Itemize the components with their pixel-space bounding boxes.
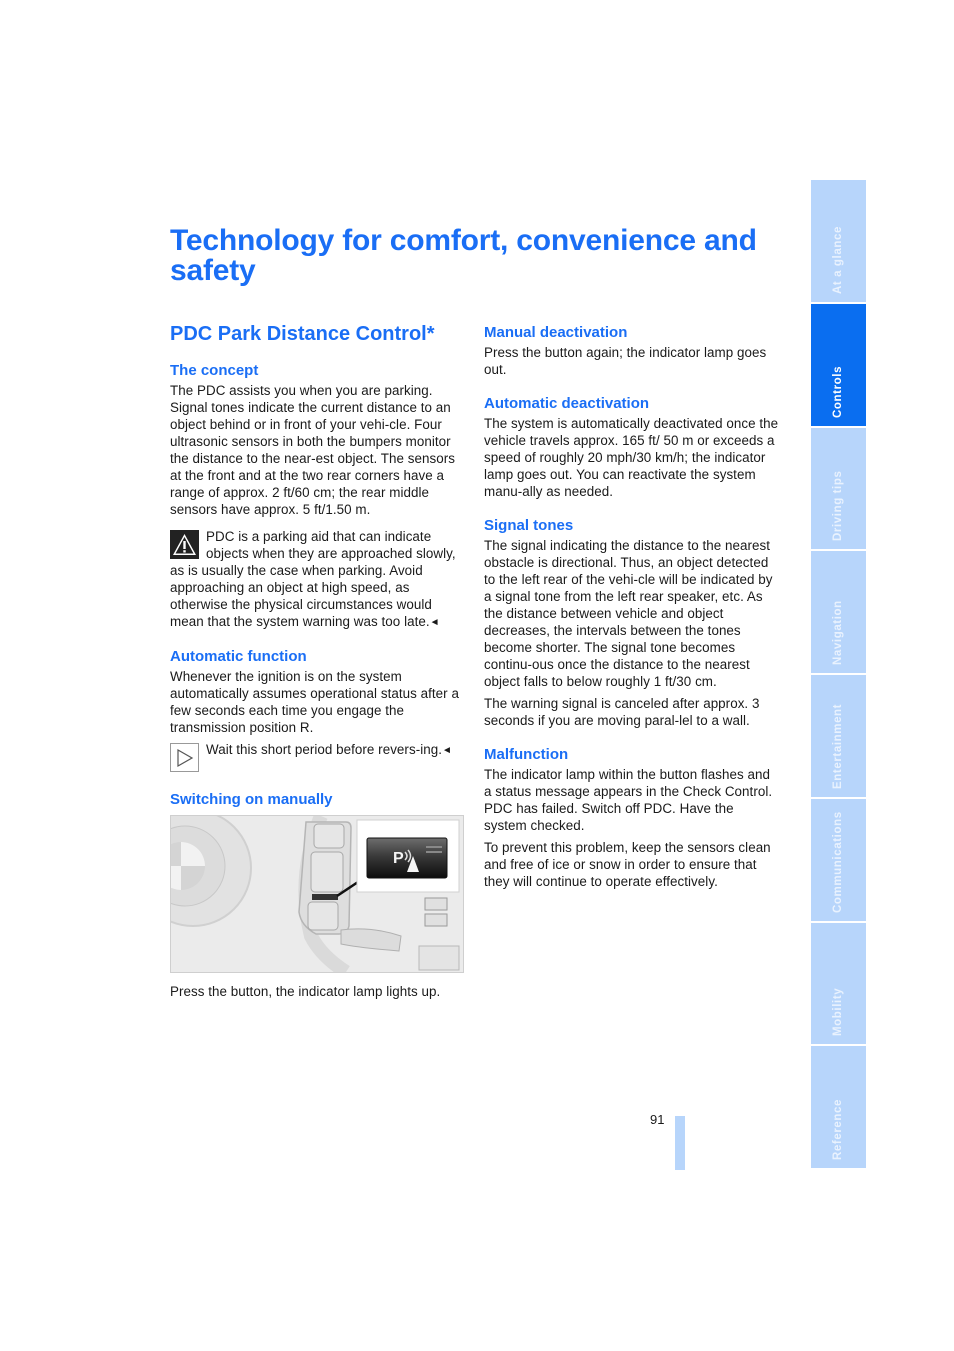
malfunction-heading: Malfunction <box>484 746 569 763</box>
right-column: Manual deactivation Press the button aga… <box>484 324 780 895</box>
page-title: Technology for comfort, convenience and … <box>170 224 757 287</box>
tip-text: Wait this short period before revers-ing… <box>206 742 442 757</box>
play-arrow-icon <box>170 743 199 772</box>
warning-triangle-icon <box>170 530 199 559</box>
automatic-deactivation-heading: Automatic deactivation <box>484 395 650 412</box>
malfunction-text-2: To prevent this problem, keep the sensor… <box>484 840 771 889</box>
sidebar-item-label: At a glance <box>831 225 844 294</box>
signal-tones-heading: Signal tones <box>484 517 574 534</box>
sidebar-item-at-a-glance[interactable]: At a glance <box>811 180 866 302</box>
sidebar-item-label: Driving tips <box>831 470 844 542</box>
tip-note: Wait this short period before revers-ing… <box>170 741 466 772</box>
signal-tones-text-1: The signal indicating the distance to th… <box>484 538 773 689</box>
concept-heading: The concept <box>170 362 259 379</box>
manual-deactivation-text: Press the button again; the indicator la… <box>484 345 767 377</box>
signal-tones-text-2: The warning signal is canceled after app… <box>484 696 760 728</box>
sidebar-item-driving-tips[interactable]: Driving tips <box>811 427 866 550</box>
sidebar-item-label: Entertainment <box>831 703 844 789</box>
left-column: The concept The PDC assists you when you… <box>170 362 466 1005</box>
page-number: 91 <box>650 1112 665 1127</box>
sidebar-item-mobility[interactable]: Mobility <box>811 922 866 1045</box>
manual-deactivation-heading: Manual deactivation <box>484 324 628 341</box>
malfunction-text-1: The indicator lamp within the button fla… <box>484 767 773 833</box>
sidebar-item-label: Mobility <box>831 988 844 1037</box>
sidebar-item-entertainment[interactable]: Entertainment <box>811 675 866 797</box>
sidebar-item-label: Reference <box>831 1098 844 1160</box>
end-mark-icon: ◄ <box>442 745 452 756</box>
chapter-sidebar: At a glance Controls Driving tips Naviga… <box>811 180 866 1168</box>
sidebar-item-communications[interactable]: Communications <box>811 798 866 921</box>
sidebar-item-label: Navigation <box>831 600 844 665</box>
sidebar-item-label: Communications <box>831 810 844 913</box>
warning-note: PDC is a parking aid that can indicate o… <box>170 528 466 631</box>
sidebar-item-label: Controls <box>831 365 844 418</box>
sidebar-item-reference[interactable]: Reference <box>811 1046 866 1168</box>
section-title: PDC Park Distance Control* <box>170 323 435 345</box>
sidebar-item-navigation[interactable]: Navigation <box>811 551 866 673</box>
sidebar-item-controls[interactable]: Controls <box>811 303 866 426</box>
pdc-button-label: P <box>393 850 404 867</box>
concept-text: The PDC assists you when you are parking… <box>170 383 456 517</box>
end-mark-icon: ◄ <box>429 617 440 628</box>
page-number-bar <box>675 1116 685 1170</box>
automatic-function-text: Whenever the ignition is on the system a… <box>170 669 459 735</box>
automatic-deactivation-text: The system is automatically deactivated … <box>484 416 779 499</box>
switching-on-heading: Switching on manually <box>170 791 333 808</box>
pdc-button-illustration: P <box>170 815 464 973</box>
switching-on-caption: Press the button, the indicator lamp lig… <box>170 984 441 999</box>
warning-text: PDC is a parking aid that can indicate o… <box>170 529 456 629</box>
automatic-function-heading: Automatic function <box>170 648 307 665</box>
